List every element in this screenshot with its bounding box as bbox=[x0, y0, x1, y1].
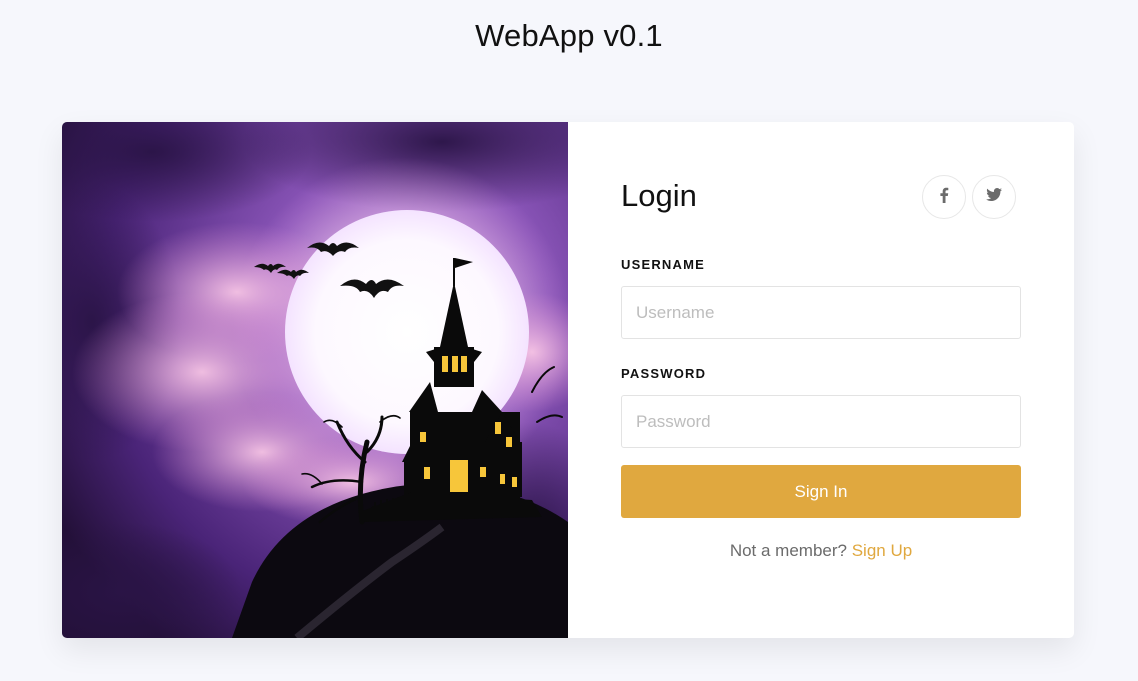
facebook-button[interactable] bbox=[922, 175, 966, 219]
username-label: USERNAME bbox=[621, 257, 705, 272]
app-title: WebApp v0.1 bbox=[475, 18, 663, 53]
login-form-pane: Login USERNAME PASSWORD Sign In Not a me… bbox=[568, 122, 1074, 638]
facebook-icon bbox=[939, 187, 949, 208]
password-label: PASSWORD bbox=[621, 366, 707, 381]
halloween-hero-image bbox=[62, 122, 568, 638]
twitter-icon bbox=[986, 188, 1002, 206]
sign-in-button[interactable]: Sign In bbox=[621, 465, 1021, 518]
password-input[interactable] bbox=[621, 395, 1021, 448]
username-input[interactable] bbox=[621, 286, 1021, 339]
login-card: Login USERNAME PASSWORD Sign In Not a me… bbox=[62, 122, 1074, 638]
login-heading: Login bbox=[621, 178, 697, 213]
signup-prompt: Not a member? Sign Up bbox=[621, 541, 1021, 561]
twitter-button[interactable] bbox=[972, 175, 1016, 219]
signup-prompt-text: Not a member? bbox=[729, 541, 852, 560]
sign-up-link[interactable]: Sign Up bbox=[852, 541, 912, 560]
